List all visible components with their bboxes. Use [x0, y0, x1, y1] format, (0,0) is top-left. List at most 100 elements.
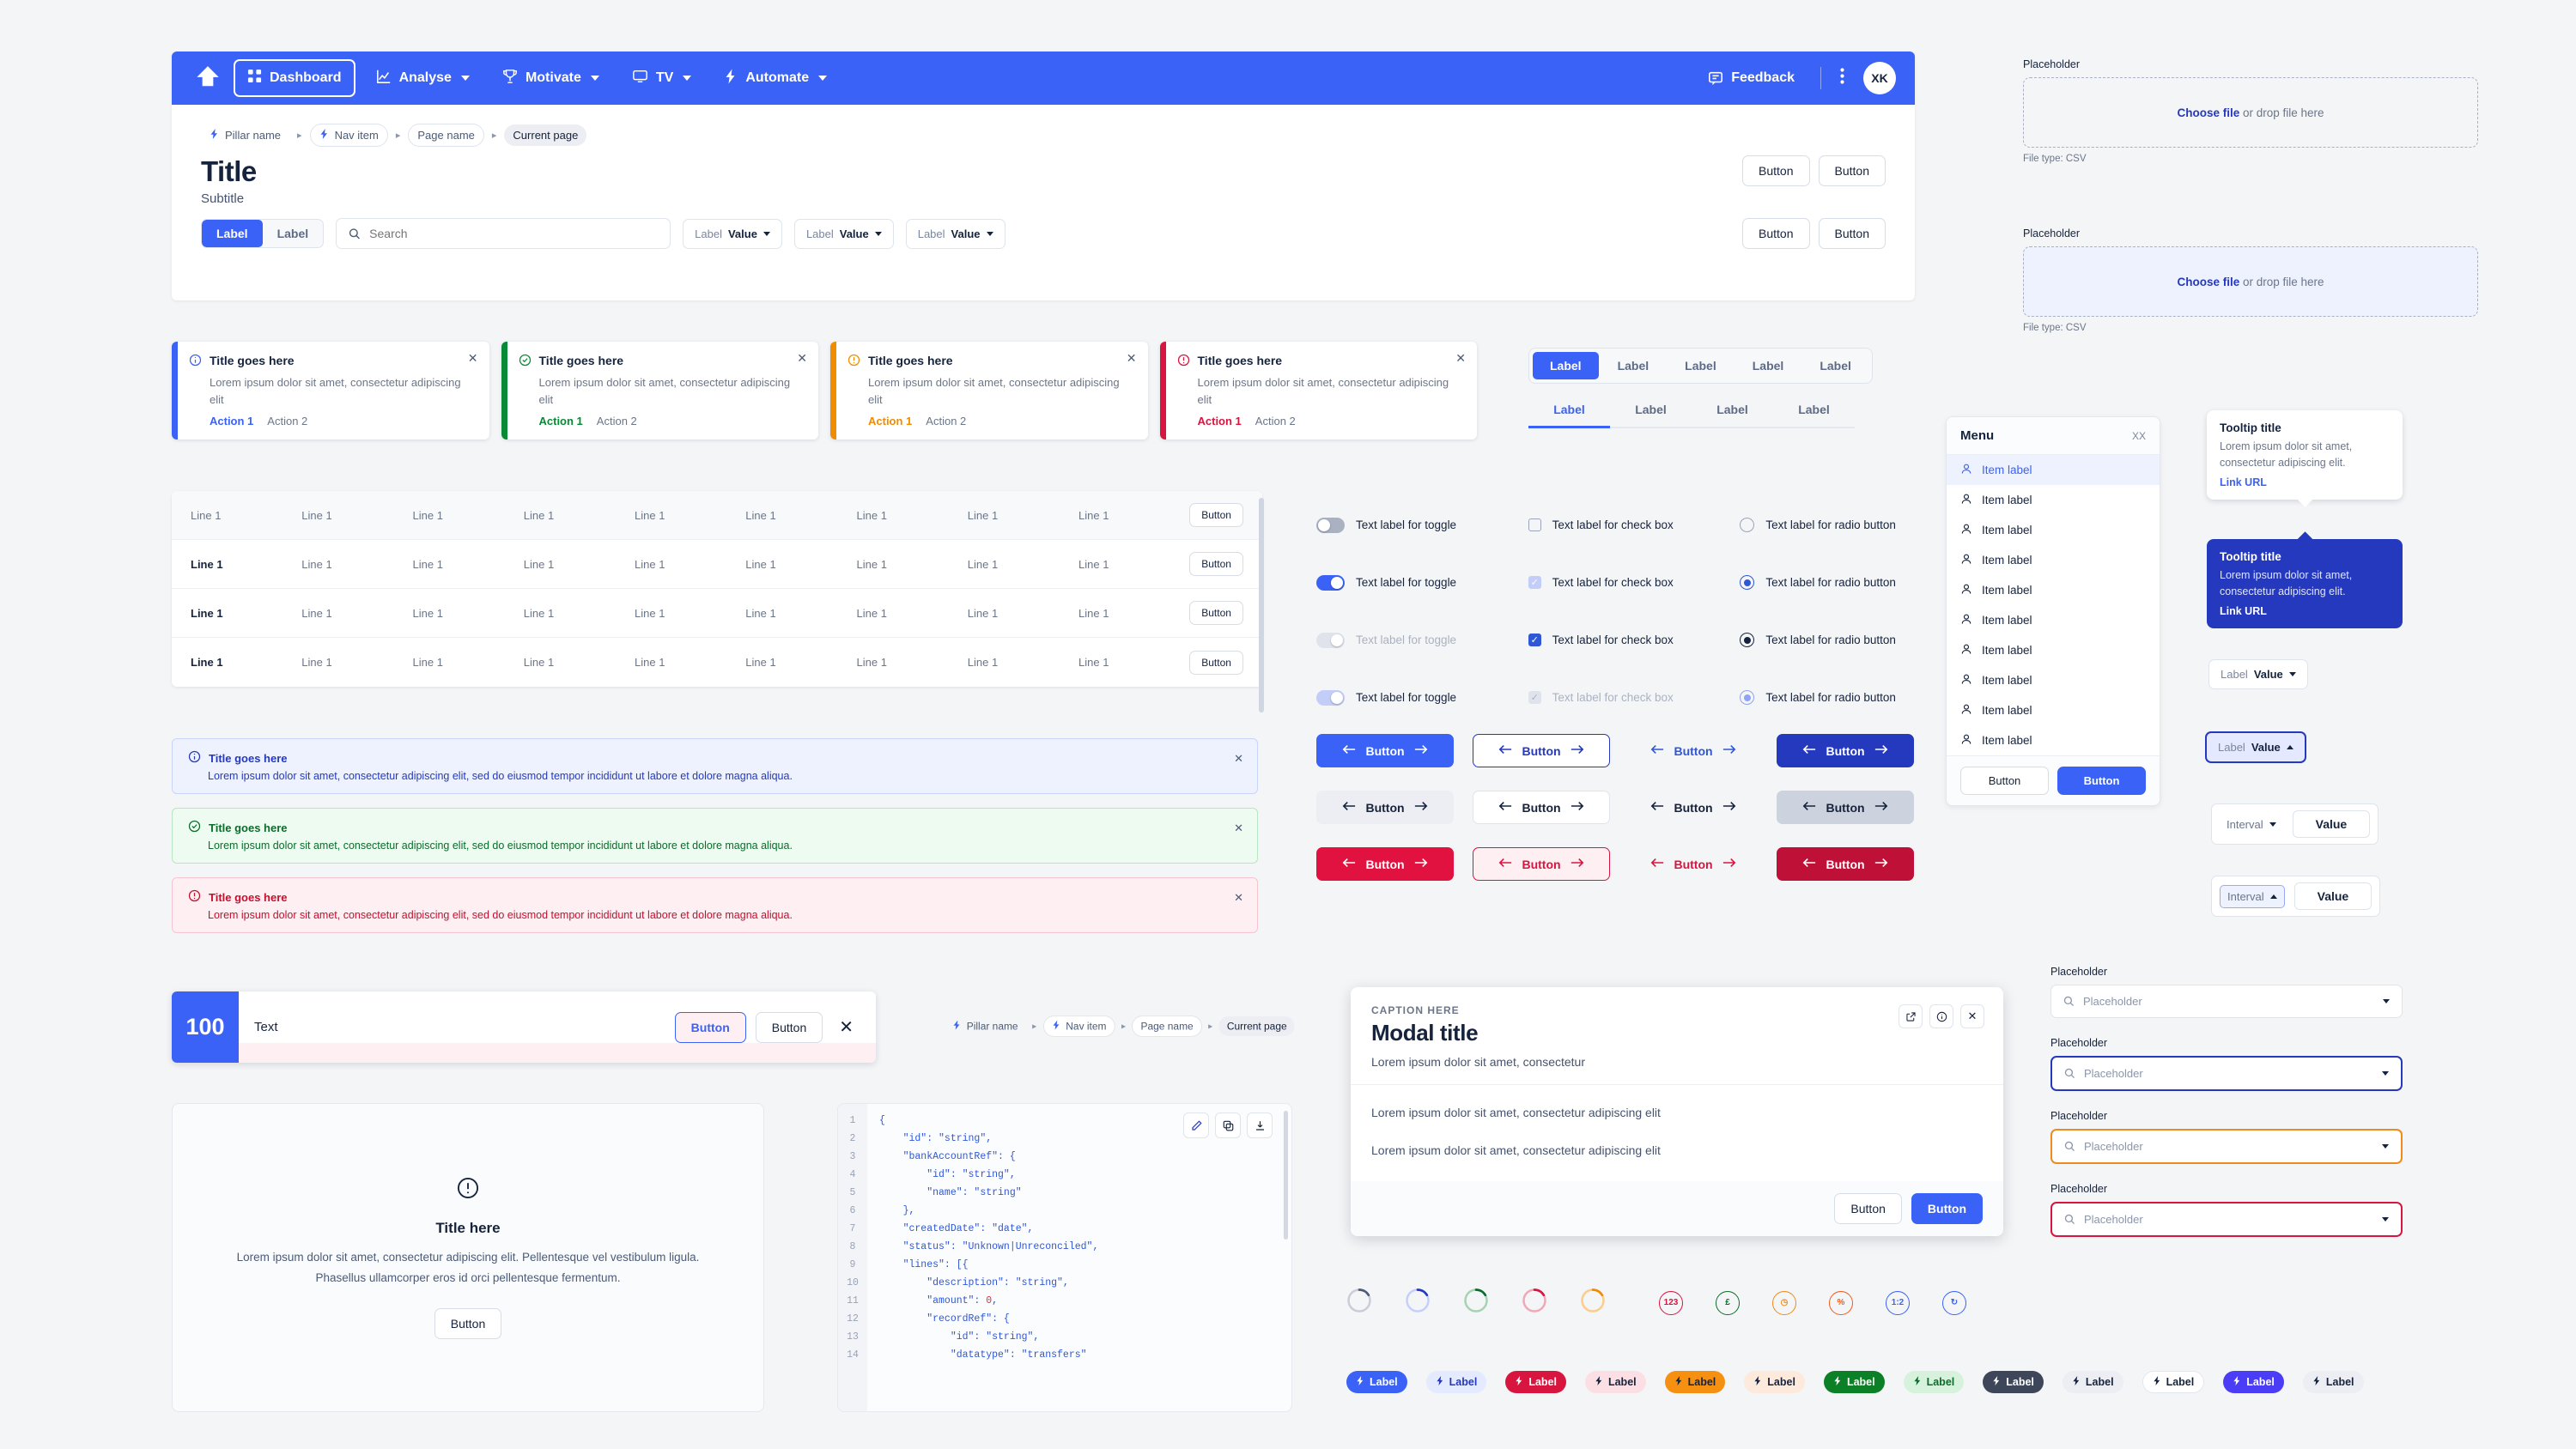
nav-item-dashboard[interactable]: Dashboard: [234, 59, 355, 97]
close-icon[interactable]: ✕: [1127, 351, 1137, 366]
filter-select-3[interactable]: Label Value: [905, 218, 1005, 249]
badge[interactable]: Label: [1346, 1371, 1407, 1393]
menu-item[interactable]: Item label: [1947, 455, 2160, 485]
nav-item-analyse[interactable]: Analyse: [364, 61, 482, 96]
badge[interactable]: Label: [1744, 1371, 1805, 1393]
toast-action-2[interactable]: Action 2: [597, 415, 637, 427]
refresh-icon[interactable]: ↻: [1942, 1290, 1966, 1315]
matrix-button-neutral-dark[interactable]: Button: [1777, 791, 1914, 824]
pill-tab-2[interactable]: Label: [1601, 352, 1667, 379]
checkbox[interactable]: ✓: [1528, 576, 1541, 589]
snackbar-button-1[interactable]: Button: [674, 1011, 746, 1043]
menu-item[interactable]: Item label: [1947, 545, 2160, 575]
checkbox[interactable]: ✓: [1528, 691, 1541, 704]
underline-tab-3[interactable]: Label: [1692, 403, 1773, 427]
table-scrollbar[interactable]: [1259, 498, 1264, 712]
toast-action-1[interactable]: Action 1: [539, 415, 583, 427]
matrix-button-primary-ghost[interactable]: Button: [1629, 734, 1758, 767]
row-action-button[interactable]: Button: [1189, 552, 1243, 576]
empty-state-button[interactable]: Button: [434, 1308, 502, 1340]
interval-value[interactable]: Value: [2292, 810, 2371, 838]
filter-button-2[interactable]: Button: [1818, 218, 1886, 249]
header-button-1[interactable]: Button: [1742, 155, 1810, 186]
close-icon[interactable]: ✕: [468, 351, 478, 366]
dropdown-control[interactable]: Placeholder: [2050, 1129, 2403, 1164]
percent-icon[interactable]: %: [1829, 1290, 1853, 1315]
row-action-button[interactable]: Button: [1189, 650, 1243, 675]
snackbar-button-2[interactable]: Button: [755, 1011, 823, 1043]
menu-item[interactable]: Item label: [1947, 725, 2160, 755]
close-icon[interactable]: ✕: [1234, 752, 1243, 766]
filter-select-2[interactable]: Label Value: [793, 218, 894, 249]
interval-select[interactable]: Interval: [2220, 814, 2283, 835]
choose-file-link[interactable]: Choose file: [2177, 276, 2239, 288]
search-field[interactable]: [336, 218, 671, 249]
clock-icon[interactable]: ◷: [1772, 1290, 1796, 1315]
breadcrumb-item-0[interactable]: Pillar name: [945, 1016, 1026, 1036]
tooltip-link[interactable]: Link URL: [2220, 605, 2390, 617]
arrow-up-logo-icon[interactable]: [191, 61, 225, 95]
badge[interactable]: Label: [2062, 1371, 2123, 1393]
menu-item[interactable]: Item label: [1947, 515, 2160, 545]
badge[interactable]: Label: [1505, 1371, 1566, 1393]
matrix-button-danger-solid[interactable]: Button: [1316, 847, 1454, 881]
badge[interactable]: Label: [1903, 1371, 1965, 1393]
badge[interactable]: Label: [1664, 1371, 1726, 1393]
choose-file-link[interactable]: Choose file: [2177, 106, 2239, 119]
underline-tab-2[interactable]: Label: [1610, 403, 1692, 427]
toast-action-2[interactable]: Action 2: [267, 415, 307, 427]
modal-button-primary[interactable]: Button: [1911, 1193, 1983, 1224]
feedback-button[interactable]: Feedback: [1696, 63, 1807, 94]
nav-item-tv[interactable]: TV: [620, 61, 703, 96]
radio-button[interactable]: [1740, 575, 1755, 590]
row-action-button[interactable]: Button: [1189, 601, 1243, 625]
badge[interactable]: Label: [1823, 1371, 1885, 1393]
breadcrumb-item-0[interactable]: Pillar name: [201, 124, 289, 146]
matrix-button-neutral-ghost[interactable]: Button: [1629, 791, 1758, 824]
toast-action-1[interactable]: Action 1: [868, 415, 912, 427]
menu-item[interactable]: Item label: [1947, 695, 2160, 725]
dropdown-control[interactable]: Placeholder: [2050, 1202, 2403, 1237]
edit-icon[interactable]: [1183, 1113, 1209, 1138]
badge[interactable]: Label: [1584, 1371, 1646, 1393]
badge[interactable]: Label: [2142, 1371, 2205, 1393]
tooltip-link[interactable]: Link URL: [2220, 476, 2390, 488]
menu-item[interactable]: Item label: [1947, 665, 2160, 695]
close-icon[interactable]: XX: [2132, 430, 2146, 442]
breadcrumb-item-2[interactable]: Page name: [408, 124, 484, 147]
close-icon[interactable]: ✕: [1234, 822, 1243, 835]
breadcrumb-item-1[interactable]: Nav item: [1042, 1016, 1115, 1037]
menu-button-secondary[interactable]: Button: [1960, 767, 2049, 795]
menu-item[interactable]: Item label: [1947, 485, 2160, 515]
toggle-switch[interactable]: [1316, 689, 1345, 706]
radio-button[interactable]: [1740, 518, 1755, 532]
interval-select[interactable]: Interval: [2220, 884, 2285, 908]
matrix-button-neutral-outline[interactable]: Button: [1473, 791, 1610, 824]
download-icon[interactable]: [1247, 1113, 1273, 1138]
pill-tab-1[interactable]: Label: [1533, 352, 1599, 379]
copy-icon[interactable]: [1215, 1113, 1241, 1138]
close-icon[interactable]: ✕: [797, 351, 807, 366]
checkbox[interactable]: ✓: [1528, 634, 1541, 646]
pill-tab-4[interactable]: Label: [1735, 352, 1801, 379]
badge[interactable]: Label: [2223, 1371, 2284, 1393]
menu-item[interactable]: Item label: [1947, 605, 2160, 635]
underline-tab-4[interactable]: Label: [1773, 403, 1855, 427]
underline-tab-1[interactable]: Label: [1528, 403, 1610, 428]
interval-value[interactable]: Value: [2293, 882, 2372, 910]
filter-select-1[interactable]: Label Value: [683, 218, 782, 249]
external-link-icon[interactable]: [1899, 1004, 1923, 1028]
header-button-2[interactable]: Button: [1818, 155, 1886, 186]
matrix-button-danger-dark[interactable]: Button: [1777, 847, 1914, 881]
nav-item-automate[interactable]: Automate: [712, 61, 839, 96]
matrix-button-danger-ghost[interactable]: Button: [1629, 847, 1758, 881]
breadcrumb-item-2[interactable]: Page name: [1132, 1016, 1202, 1037]
toast-action-2[interactable]: Action 2: [1255, 415, 1296, 427]
segment-1[interactable]: Label: [202, 220, 263, 247]
segmented-control[interactable]: Label Label: [201, 219, 325, 248]
matrix-button-danger-outline[interactable]: Button: [1473, 847, 1610, 881]
radio-button[interactable]: [1740, 690, 1755, 705]
badge[interactable]: Label: [1983, 1371, 2044, 1393]
toggle-switch[interactable]: [1316, 517, 1345, 533]
dropdown-control[interactable]: Placeholder: [2050, 985, 2403, 1018]
